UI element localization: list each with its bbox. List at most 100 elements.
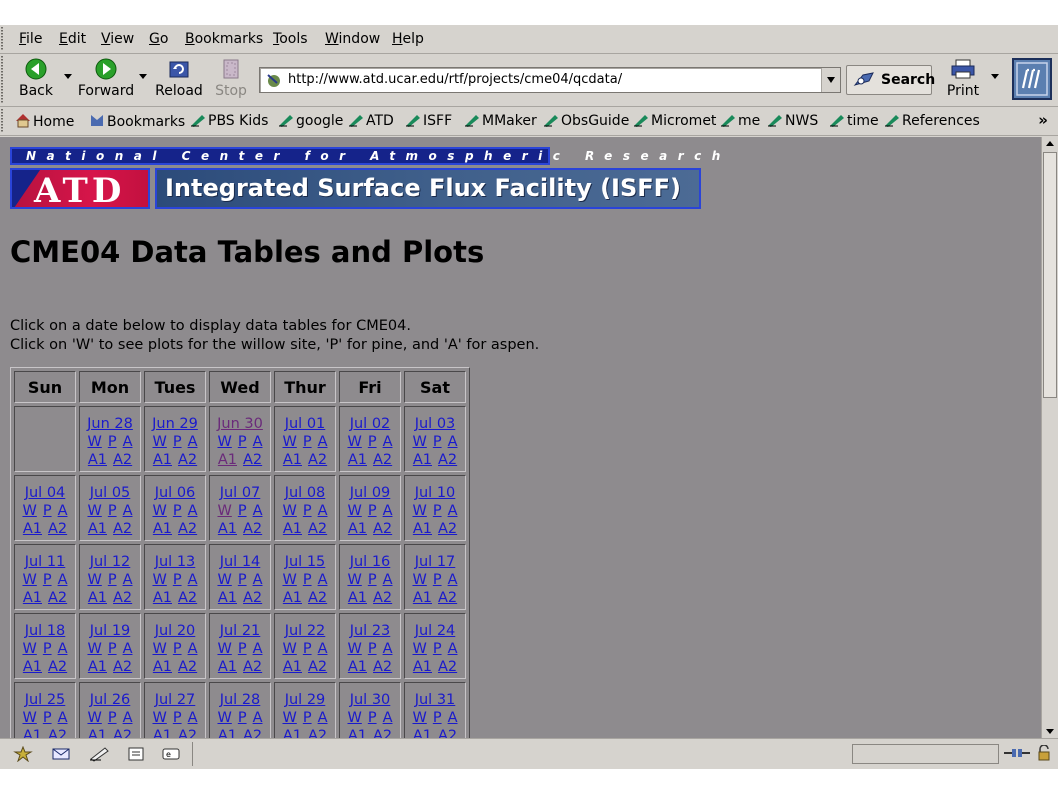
scroll-down-arrow-icon[interactable] — [1042, 724, 1058, 738]
plot-link-a2[interactable]: A2 — [113, 659, 132, 675]
date-link[interactable]: Jul 28 — [210, 691, 270, 709]
date-link[interactable]: Jul 14 — [210, 553, 270, 571]
plot-link-p[interactable]: P — [238, 641, 247, 657]
bookmark-home[interactable]: Home — [15, 113, 74, 132]
plot-link-a1[interactable]: A1 — [283, 590, 302, 606]
plot-link-w[interactable]: W — [87, 572, 101, 588]
plot-link-a2[interactable]: A2 — [48, 659, 67, 675]
menu-window[interactable]: Window — [325, 31, 380, 47]
plot-link-a1[interactable]: A1 — [88, 521, 107, 537]
plot-link-a1[interactable]: A1 — [88, 452, 107, 468]
composer-icon[interactable] — [89, 746, 111, 766]
date-link[interactable]: Jul 13 — [145, 553, 205, 571]
date-link[interactable]: Jul 19 — [80, 622, 140, 640]
plot-link-w[interactable]: W — [412, 572, 426, 588]
bookmark-mmaker[interactable]: MMaker — [464, 113, 537, 131]
bookmark-references[interactable]: References — [884, 113, 980, 131]
date-link[interactable]: Jul 06 — [145, 484, 205, 502]
menu-edit[interactable]: Edit — [59, 31, 86, 47]
plot-link-p[interactable]: P — [108, 434, 117, 450]
personal-grip[interactable] — [1, 109, 6, 133]
plot-link-w[interactable]: W — [412, 710, 426, 726]
forward-dropdown-arrow[interactable] — [139, 74, 147, 79]
plot-link-p[interactable]: P — [238, 503, 247, 519]
plot-link-w[interactable]: W — [347, 641, 361, 657]
plot-link-a2[interactable]: A2 — [243, 521, 262, 537]
plot-link-a[interactable]: A — [188, 503, 198, 519]
plot-link-a2[interactable]: A2 — [438, 590, 457, 606]
bookmark-atd[interactable]: ATD — [348, 113, 394, 131]
print-dropdown-arrow[interactable] — [991, 74, 999, 79]
plot-link-a1[interactable]: A1 — [153, 728, 172, 738]
chevron-right-icon[interactable]: » — [1038, 111, 1048, 129]
plot-link-w[interactable]: W — [347, 572, 361, 588]
plot-link-a[interactable]: A — [318, 572, 328, 588]
bookmark-obsguide[interactable]: ObsGuide — [543, 113, 629, 131]
plot-link-p[interactable]: P — [238, 434, 247, 450]
date-link[interactable]: Jul 25 — [15, 691, 75, 709]
plot-link-p[interactable]: P — [108, 572, 117, 588]
date-link[interactable]: Jul 24 — [405, 622, 465, 640]
back-dropdown-arrow[interactable] — [64, 74, 72, 79]
plot-link-w[interactable]: W — [152, 641, 166, 657]
online-plug-icon[interactable] — [1003, 747, 1031, 763]
plot-link-a[interactable]: A — [58, 710, 68, 726]
plot-link-p[interactable]: P — [368, 572, 377, 588]
chatzilla-icon[interactable]: e — [161, 746, 181, 766]
scrollbar-thumb[interactable] — [1043, 152, 1057, 398]
plot-link-w[interactable]: W — [217, 710, 231, 726]
plot-link-p[interactable]: P — [303, 710, 312, 726]
plot-link-a[interactable]: A — [253, 710, 263, 726]
plot-link-a1[interactable]: A1 — [218, 590, 237, 606]
plot-link-a1[interactable]: A1 — [218, 728, 237, 738]
plot-link-w[interactable]: W — [87, 503, 101, 519]
plot-link-p[interactable]: P — [433, 572, 442, 588]
nav-grip[interactable] — [1, 56, 6, 104]
bookmark-nws[interactable]: NWS — [767, 113, 818, 131]
date-link[interactable]: Jul 11 — [15, 553, 75, 571]
date-link[interactable]: Jul 18 — [15, 622, 75, 640]
page-proxy-icon[interactable] — [265, 71, 283, 93]
plot-link-a1[interactable]: A1 — [283, 728, 302, 738]
plot-link-a[interactable]: A — [383, 503, 393, 519]
plot-link-a1[interactable]: A1 — [348, 590, 367, 606]
atd-logo[interactable]: ATD — [10, 168, 150, 209]
mozilla-throbber-icon[interactable] — [1012, 58, 1052, 100]
plot-link-a2[interactable]: A2 — [308, 659, 327, 675]
stop-button[interactable]: Stop — [211, 57, 251, 103]
plot-link-a[interactable]: A — [318, 641, 328, 657]
back-button[interactable]: Back — [14, 57, 58, 103]
plot-link-a[interactable]: A — [188, 710, 198, 726]
plot-link-a2[interactable]: A2 — [178, 452, 197, 468]
date-link[interactable]: Jul 12 — [80, 553, 140, 571]
menu-file[interactable]: File — [19, 31, 42, 47]
plot-link-a1[interactable]: A1 — [283, 452, 302, 468]
plot-link-a2[interactable]: A2 — [113, 521, 132, 537]
vertical-scrollbar[interactable] — [1041, 137, 1058, 738]
plot-link-a1[interactable]: A1 — [153, 659, 172, 675]
bookmark-isff[interactable]: ISFF — [405, 113, 452, 131]
plot-link-p[interactable]: P — [43, 572, 52, 588]
plot-link-a1[interactable]: A1 — [218, 521, 237, 537]
reload-button[interactable]: Reload — [153, 57, 205, 103]
plot-link-a2[interactable]: A2 — [178, 728, 197, 738]
plot-link-a[interactable]: A — [383, 710, 393, 726]
menu-tools[interactable]: Tools — [273, 31, 308, 47]
plot-link-p[interactable]: P — [43, 503, 52, 519]
plot-link-w[interactable]: W — [22, 503, 36, 519]
plot-link-a1[interactable]: A1 — [413, 452, 432, 468]
plot-link-w[interactable]: W — [217, 641, 231, 657]
plot-link-a2[interactable]: A2 — [48, 590, 67, 606]
plot-link-a2[interactable]: A2 — [438, 452, 457, 468]
plot-link-a[interactable]: A — [58, 503, 68, 519]
date-link[interactable]: Jul 05 — [80, 484, 140, 502]
plot-link-p[interactable]: P — [368, 434, 377, 450]
address-book-icon[interactable] — [126, 746, 146, 766]
plot-link-a2[interactable]: A2 — [373, 728, 392, 738]
plot-link-a2[interactable]: A2 — [438, 659, 457, 675]
plot-link-a1[interactable]: A1 — [348, 521, 367, 537]
plot-link-a[interactable]: A — [253, 503, 263, 519]
plot-link-p[interactable]: P — [238, 710, 247, 726]
plot-link-p[interactable]: P — [173, 503, 182, 519]
plot-link-a2[interactable]: A2 — [113, 590, 132, 606]
